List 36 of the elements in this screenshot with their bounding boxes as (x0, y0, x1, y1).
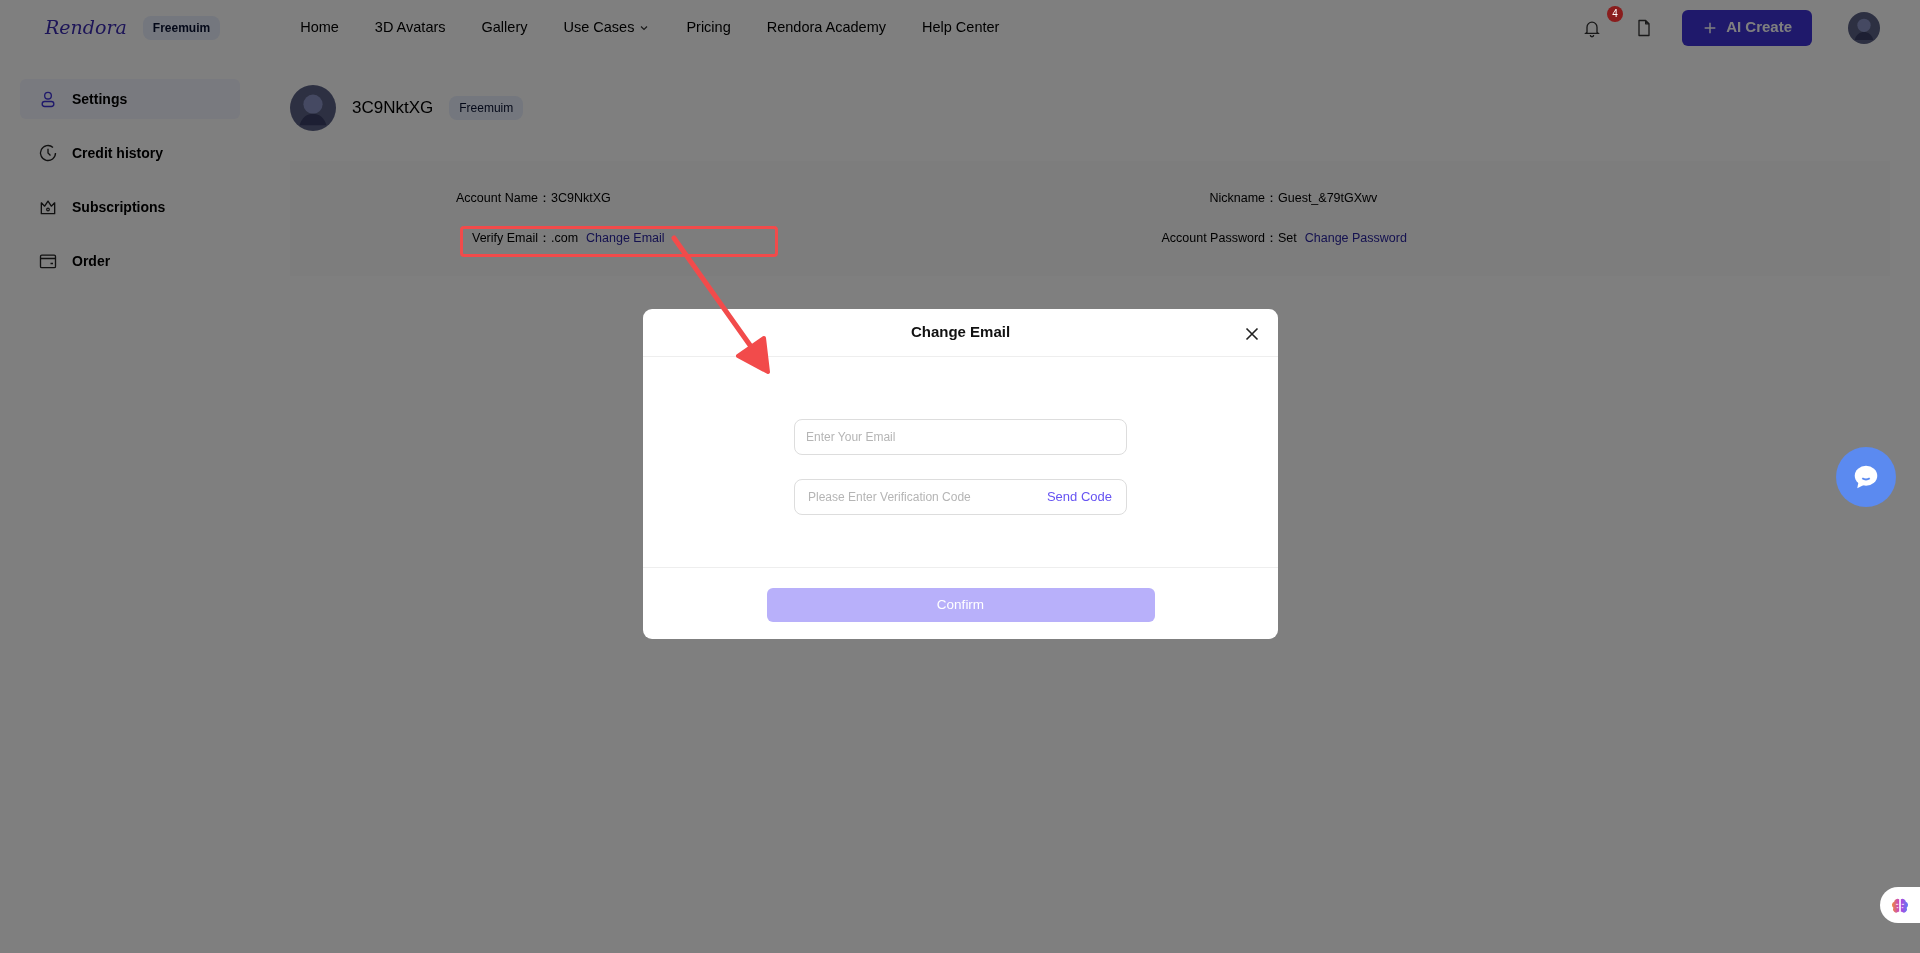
plan-badge: Freemuim (449, 96, 524, 120)
assistant-button[interactable] (1880, 887, 1920, 923)
avatar-icon[interactable] (1848, 11, 1880, 44)
username: 3C9NktXG (352, 97, 434, 120)
change-link[interactable]: Change Password (1304, 228, 1407, 248)
modal-title: Change Email (910, 322, 1011, 343)
nav-link[interactable]: Help Center (922, 16, 1000, 39)
field-label: Nickname： (1208, 190, 1278, 207)
sidebar-item[interactable]: Settings (20, 79, 240, 119)
chat-button[interactable] (1836, 447, 1896, 507)
notification-count: 4 (1607, 6, 1623, 22)
nav-link[interactable]: Gallery (481, 16, 528, 39)
nav-link[interactable]: Use Cases (563, 16, 651, 39)
field-label: Account Password： (1160, 229, 1278, 247)
field-value: Guest_&79tGXwv (1278, 190, 1378, 207)
field-label: Verify Email： (471, 229, 551, 247)
email-field[interactable]: Enter Your Email (794, 419, 1127, 455)
avatar-icon (290, 85, 336, 131)
nav-link[interactable]: Pricing (686, 16, 731, 39)
field-value: Set (1278, 229, 1297, 247)
verification-code-field[interactable]: Please Enter Verification Code Send Code (794, 479, 1127, 515)
sidebar-item[interactable]: Credit history (20, 133, 240, 173)
clock-icon (38, 143, 58, 163)
send-code-link[interactable]: Send Code (1046, 487, 1112, 507)
plan-badge: Freemuim (142, 15, 221, 40)
field-value: 3C9NktXG (551, 190, 611, 207)
create-button[interactable]: AI Create (1682, 9, 1812, 46)
sidebar-item[interactable]: Order (20, 241, 240, 281)
sidebar-item[interactable]: Subscriptions (20, 187, 240, 227)
nav-link[interactable]: Rendora Academy (766, 16, 886, 39)
nav-link[interactable]: 3D Avatars (374, 16, 446, 39)
field-label: Account Name： (455, 190, 551, 207)
nav-link[interactable]: Home (300, 16, 339, 39)
field-value: .com (551, 229, 579, 247)
change-link[interactable]: Change Email (586, 228, 665, 248)
logo[interactable]: Rendora (45, 13, 127, 42)
